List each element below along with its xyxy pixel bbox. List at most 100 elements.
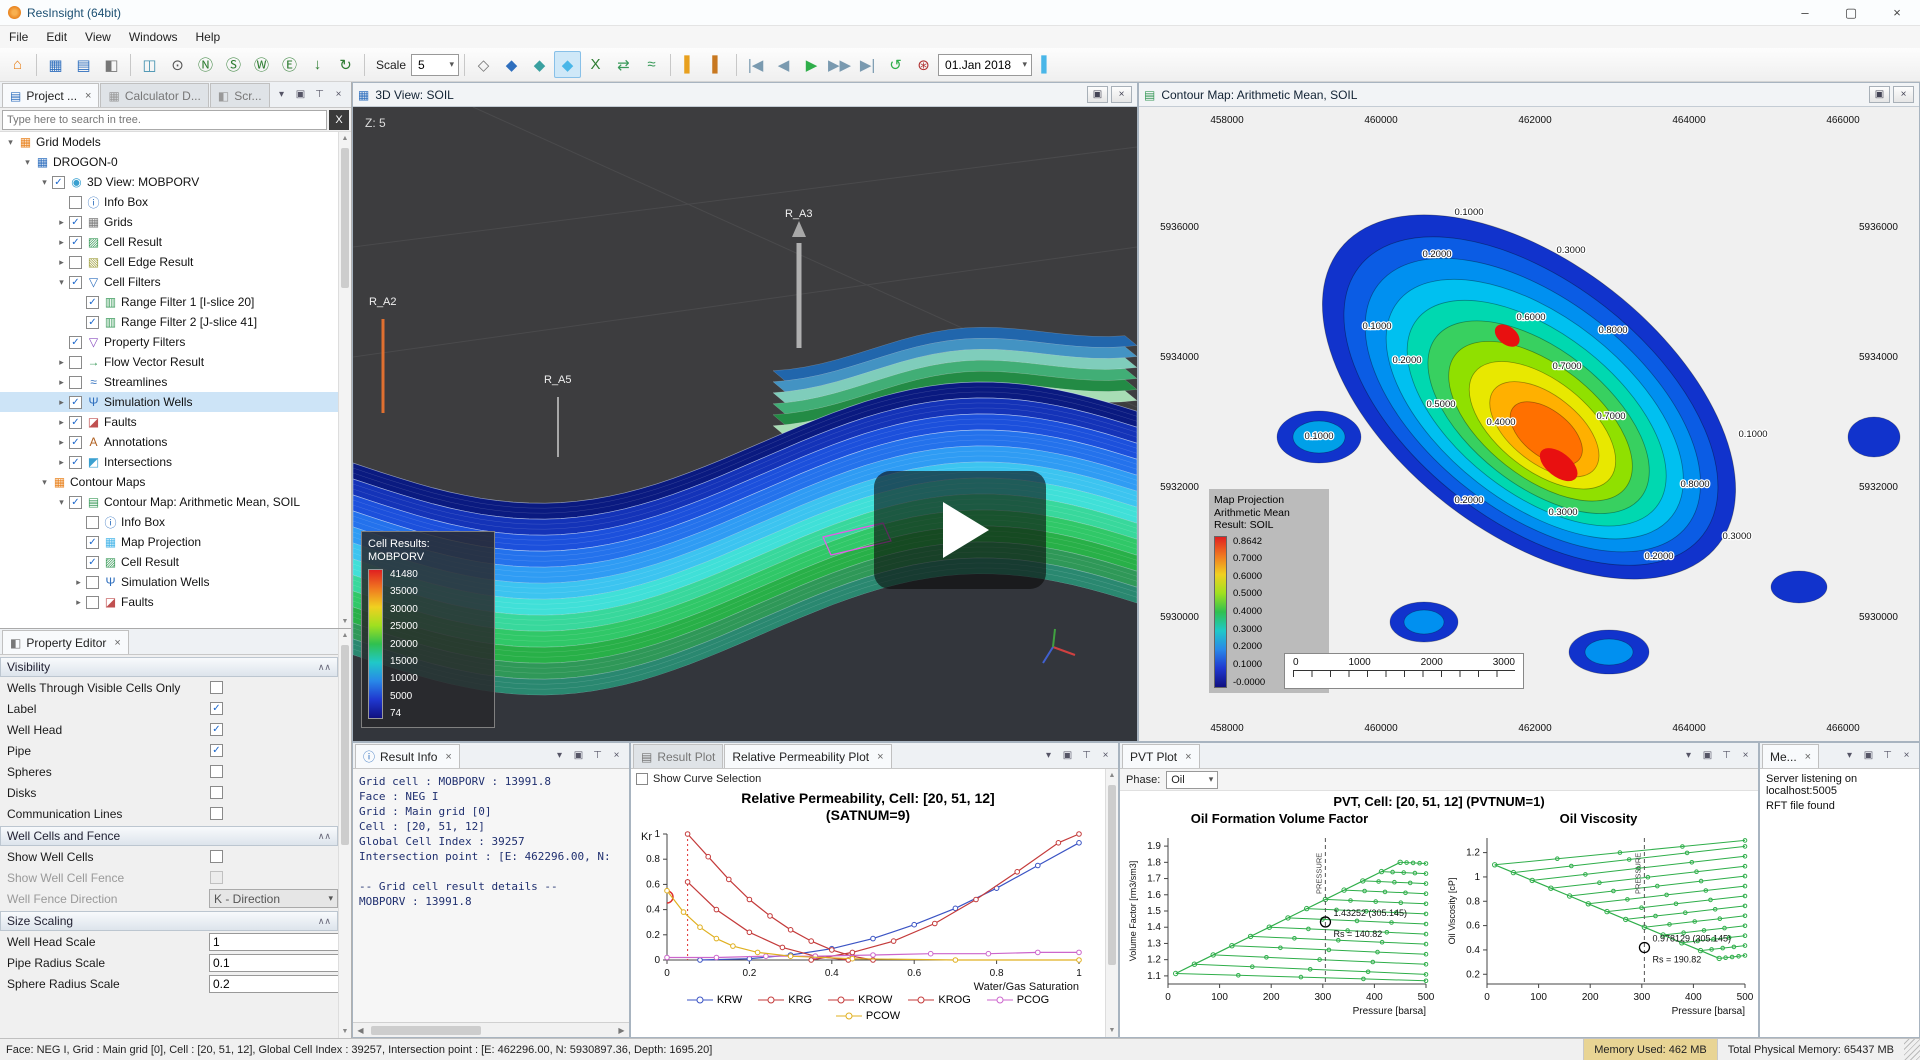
case-legend-icon[interactable]: ▌ bbox=[1033, 51, 1060, 78]
expand-arrow-icon[interactable]: ▸ bbox=[55, 237, 68, 248]
view-west-icon[interactable]: Ⓦ bbox=[248, 51, 275, 78]
scroll-thumb[interactable] bbox=[1108, 785, 1116, 965]
expand-arrow-icon[interactable]: ▸ bbox=[55, 417, 68, 428]
rotate-view-icon[interactable]: ↻ bbox=[332, 51, 359, 78]
legend-item-krg[interactable]: KRG bbox=[758, 994, 812, 1006]
contour-titlebar[interactable]: ▤ Contour Map: Arithmetic Mean, SOIL ▣ × bbox=[1139, 83, 1919, 107]
pin-panel-button[interactable]: ⊤ bbox=[312, 87, 327, 102]
streamline-toggle-icon[interactable]: ≈ bbox=[638, 51, 665, 78]
checkbox[interactable]: ✓ bbox=[86, 316, 99, 329]
checkbox[interactable]: ✓ bbox=[69, 416, 82, 429]
tree-search-input[interactable] bbox=[2, 110, 327, 130]
pin-panel-button[interactable]: ⊤ bbox=[1079, 748, 1094, 763]
tree-item-cell-result[interactable]: ✓▨Cell Result bbox=[0, 552, 351, 572]
label-checkbox[interactable]: ✓ bbox=[210, 702, 223, 715]
close-window-button[interactable]: × bbox=[1111, 86, 1132, 103]
tab-close-icon[interactable]: × bbox=[1185, 751, 1191, 763]
checkbox[interactable] bbox=[69, 196, 82, 209]
tree-item-grid-models[interactable]: ▾▦Grid Models bbox=[0, 132, 351, 152]
restore-window-button[interactable]: ▣ bbox=[1087, 86, 1108, 103]
scale-select[interactable]: 5▾ bbox=[411, 54, 459, 76]
video-play-button[interactable] bbox=[874, 471, 1046, 589]
menu-windows[interactable]: Windows bbox=[120, 27, 187, 47]
tree-item-intersections[interactable]: ▸✓◩Intersections bbox=[0, 452, 351, 472]
tree-item-cell-result[interactable]: ▸✓▨Cell Result bbox=[0, 232, 351, 252]
collapse-arrow-icon[interactable]: ▾ bbox=[21, 157, 34, 168]
anim-repeat-icon[interactable]: ↺ bbox=[882, 51, 909, 78]
section-header-visibility[interactable]: Visibility∧∧ bbox=[0, 657, 338, 677]
spheres-checkbox[interactable] bbox=[210, 765, 223, 778]
well-head-scale-input[interactable] bbox=[209, 933, 351, 951]
checkbox[interactable] bbox=[69, 376, 82, 389]
wells-through-visible-cells-only-checkbox[interactable] bbox=[210, 681, 223, 694]
minimize-button[interactable]: – bbox=[1782, 0, 1828, 25]
tab-result-info[interactable]: ⓘ Result Info × bbox=[355, 744, 460, 768]
checkbox[interactable]: ✓ bbox=[86, 296, 99, 309]
pin-panel-button[interactable]: ⊤ bbox=[1719, 748, 1734, 763]
tree-item-range-filter-2-j-slice-41[interactable]: ✓▥Range Filter 2 [J-slice 41] bbox=[0, 312, 351, 332]
pin-panel-button[interactable]: ⊤ bbox=[590, 748, 605, 763]
draw-style-surface-icon[interactable]: ◆ bbox=[498, 51, 525, 78]
scroll-right-icon[interactable]: ▶ bbox=[614, 1023, 629, 1037]
view3d-viewport[interactable]: R_A2R_A3R_A5Z: 5 Cell Results: MOBPORV 4… bbox=[353, 107, 1137, 741]
tree-item-simulation-wells[interactable]: ▸ΨSimulation Wells bbox=[0, 572, 351, 592]
pipe-radius-scale-input[interactable] bbox=[209, 954, 351, 972]
checkbox[interactable]: ✓ bbox=[69, 396, 82, 409]
flow-exchange-icon[interactable]: ⇄ bbox=[610, 51, 637, 78]
legend-item-pcow[interactable]: PCOW bbox=[836, 1010, 900, 1022]
tab-close-icon[interactable]: × bbox=[445, 751, 451, 763]
scroll-left-icon[interactable]: ◀ bbox=[353, 1023, 368, 1037]
panel-menu-button[interactable]: ▾ bbox=[1681, 748, 1696, 763]
flow-diagnostics-icon[interactable]: X bbox=[582, 51, 609, 78]
well-fence-direction-select[interactable]: K - Direction▾ bbox=[209, 889, 338, 908]
legend-item-krow[interactable]: KROW bbox=[828, 994, 892, 1006]
tree-item-contour-maps[interactable]: ▾▦Contour Maps bbox=[0, 472, 351, 492]
close-panel-button[interactable]: × bbox=[1899, 748, 1914, 763]
expand-arrow-icon[interactable]: ▸ bbox=[72, 577, 85, 588]
tab-scr[interactable]: ◧Scr... bbox=[210, 83, 270, 107]
anim-first-icon[interactable]: |◀ bbox=[742, 51, 769, 78]
anim-settings-icon[interactable]: ⊛ bbox=[910, 51, 937, 78]
scroll-down-icon[interactable]: ▼ bbox=[339, 615, 351, 628]
close-panel-button[interactable]: × bbox=[1738, 748, 1753, 763]
tree-item-streamlines[interactable]: ▸≈Streamlines bbox=[0, 372, 351, 392]
view-south-icon[interactable]: Ⓢ bbox=[220, 51, 247, 78]
tab-close-icon[interactable]: × bbox=[114, 637, 120, 649]
tree-item-simulation-wells[interactable]: ▸✓ΨSimulation Wells bbox=[0, 392, 351, 412]
resize-grip[interactable] bbox=[1904, 1039, 1920, 1060]
draw-style-faults-icon[interactable]: ◆ bbox=[554, 51, 581, 78]
show-well-cell-fence-checkbox[interactable] bbox=[210, 871, 223, 884]
scroll-thumb[interactable] bbox=[371, 1026, 481, 1035]
checkbox[interactable] bbox=[86, 516, 99, 529]
tab-close-icon[interactable]: × bbox=[877, 751, 883, 763]
collapse-arrow-icon[interactable]: ▾ bbox=[55, 497, 68, 508]
checkbox[interactable]: ✓ bbox=[86, 536, 99, 549]
tab-messages[interactable]: Me... × bbox=[1762, 744, 1819, 768]
phase-select[interactable]: Oil ▾ bbox=[1166, 771, 1218, 789]
tree-scrollbar[interactable]: ▲▼ bbox=[338, 132, 351, 628]
view3d-titlebar[interactable]: ▦ 3D View: SOIL ▣ × bbox=[353, 83, 1137, 107]
checkbox[interactable]: ✓ bbox=[69, 456, 82, 469]
legend-item-krw[interactable]: KRW bbox=[687, 994, 742, 1006]
checkbox[interactable] bbox=[86, 576, 99, 589]
open-project-icon[interactable]: ⌂ bbox=[4, 51, 31, 78]
tree-item-range-filter-1-i-slice-20[interactable]: ✓▥Range Filter 1 [I-slice 20] bbox=[0, 292, 351, 312]
menu-help[interactable]: Help bbox=[187, 27, 230, 47]
scroll-down-icon[interactable]: ▼ bbox=[1106, 1024, 1118, 1037]
tree-item-3d-view-mobporv[interactable]: ▾✓◉3D View: MOBPORV bbox=[0, 172, 351, 192]
checkbox[interactable]: ✓ bbox=[69, 496, 82, 509]
anim-play-icon[interactable]: ▶ bbox=[798, 51, 825, 78]
maximize-button[interactable]: ▢ bbox=[1828, 0, 1874, 25]
well-head-checkbox[interactable]: ✓ bbox=[210, 723, 223, 736]
tab-property-editor[interactable]: ◧ Property Editor × bbox=[2, 630, 129, 654]
menu-view[interactable]: View bbox=[76, 27, 120, 47]
tab-pvt-plot[interactable]: PVT Plot × bbox=[1122, 744, 1200, 768]
show-grid-box-icon[interactable]: ◇ bbox=[470, 51, 497, 78]
pin-panel-button[interactable]: ⊤ bbox=[1880, 748, 1895, 763]
anim-last-icon[interactable]: ▶| bbox=[854, 51, 881, 78]
collapse-arrow-icon[interactable]: ▾ bbox=[38, 177, 51, 188]
result-info-hscrollbar[interactable]: ◀ ▶ bbox=[353, 1022, 629, 1037]
scroll-thumb[interactable] bbox=[341, 645, 349, 845]
expand-arrow-icon[interactable]: ▸ bbox=[55, 397, 68, 408]
anim-play-fwd-icon[interactable]: ▶▶ bbox=[826, 51, 853, 78]
